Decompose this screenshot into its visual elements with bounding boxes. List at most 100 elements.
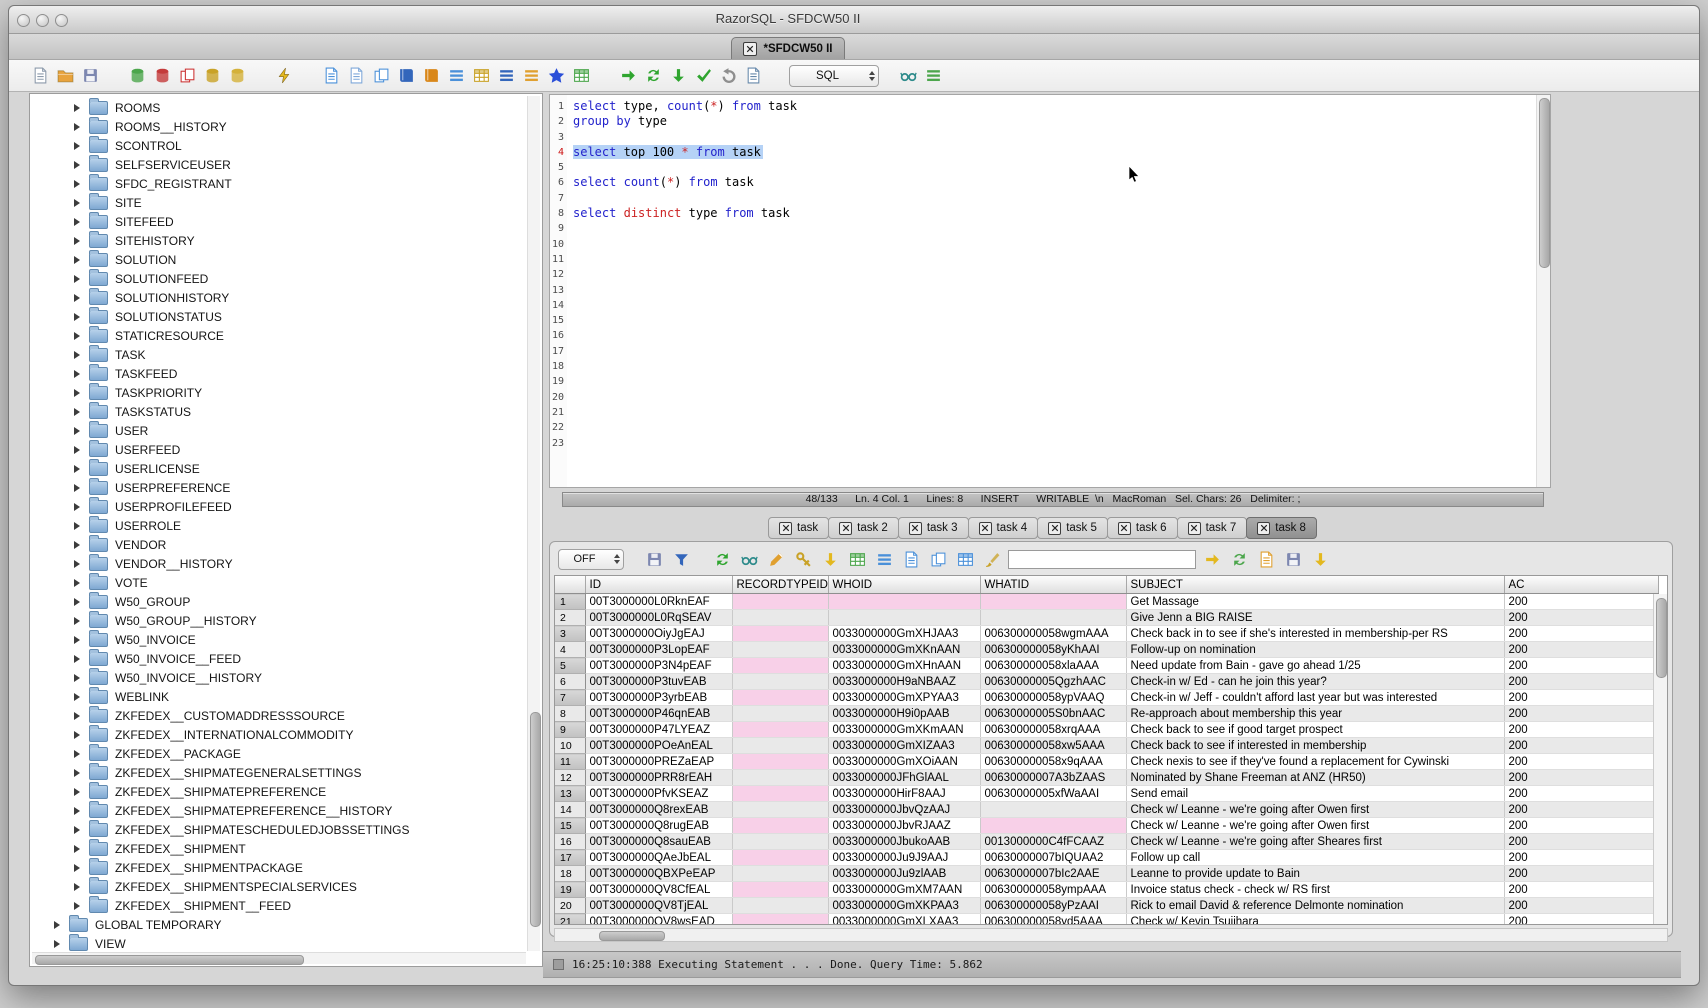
tree-item-taskfeed[interactable]: TASKFEED: [32, 364, 526, 383]
cell-recordtypeid[interactable]: [732, 818, 828, 834]
expand-arrow-icon[interactable]: [74, 845, 80, 853]
tree-item-solutionstatus[interactable]: SOLUTIONSTATUS: [32, 307, 526, 326]
filter-icon[interactable]: [670, 548, 692, 570]
favorites-icon[interactable]: [545, 65, 567, 87]
cell-whatid[interactable]: 00630000005QgzhAAC: [980, 674, 1126, 690]
cell-whatid[interactable]: 006300000058xw5AAA: [980, 738, 1126, 754]
foreign-key-icon[interactable]: [792, 548, 814, 570]
cell-subject[interactable]: Check back in to see if she's interested…: [1126, 626, 1504, 642]
expand-arrow-icon[interactable]: [74, 883, 80, 891]
cell-recordtypeid[interactable]: [732, 642, 828, 658]
cell-id[interactable]: 00T3000000Q8sauEAB: [585, 834, 732, 850]
cell-whoid[interactable]: 0033000000GmXKmAAN: [828, 722, 980, 738]
cell-subject[interactable]: Check w/ Kevin Tsujihara: [1126, 914, 1504, 926]
disconnect-icon[interactable]: [151, 65, 173, 87]
expand-arrow-icon[interactable]: [74, 332, 80, 340]
new-file-icon[interactable]: [29, 65, 51, 87]
cell-ac[interactable]: 200: [1504, 754, 1658, 770]
copy-icon[interactable]: [370, 65, 392, 87]
cell-whoid[interactable]: 0033000000GmXPYAA3: [828, 690, 980, 706]
cell-id[interactable]: 00T3000000P47LYEAZ: [585, 722, 732, 738]
cell-ac[interactable]: 200: [1504, 818, 1658, 834]
expand-arrow-icon[interactable]: [74, 180, 80, 188]
expand-arrow-icon[interactable]: [74, 427, 80, 435]
table-row[interactable]: 1700T3000000QAeJbEAL0033000000Ju9J9AAJ00…: [555, 850, 1658, 866]
cell-whoid[interactable]: 0033000000Ju9J9AAJ: [828, 850, 980, 866]
expand-arrow-icon[interactable]: [74, 826, 80, 834]
autocommit-select[interactable]: OFF: [558, 549, 624, 570]
cell-recordtypeid[interactable]: [732, 658, 828, 674]
tree-item-vote[interactable]: VOTE: [32, 573, 526, 592]
expand-arrow-icon[interactable]: [74, 769, 80, 777]
cell-id[interactable]: 00T3000000POeAnEAL: [585, 738, 732, 754]
cell-whoid[interactable]: 0033000000JFhGlAAL: [828, 770, 980, 786]
tree-item-w50-group[interactable]: W50_GROUP: [32, 592, 526, 611]
cell-id[interactable]: 00T3000000P3yrbEAB: [585, 690, 732, 706]
tree-item-solutionhistory[interactable]: SOLUTIONHISTORY: [32, 288, 526, 307]
cell-whoid[interactable]: 0033000000H9aNBAAZ: [828, 674, 980, 690]
cell-whoid[interactable]: [828, 610, 980, 626]
generate-sql-icon[interactable]: [345, 65, 367, 87]
tree-item-w50-invoice-feed[interactable]: W50_INVOICE__FEED: [32, 649, 526, 668]
cell-subject[interactable]: Check back to see if good target prospec…: [1126, 722, 1504, 738]
expand-arrow-icon[interactable]: [74, 636, 80, 644]
statement-type-select[interactable]: SQL: [789, 65, 879, 87]
expand-arrow-icon[interactable]: [74, 655, 80, 663]
commit-icon[interactable]: [692, 65, 714, 87]
tree-item-sitehistory[interactable]: SITEHISTORY: [32, 231, 526, 250]
query-results-icon[interactable]: [445, 65, 467, 87]
column-header-ac[interactable]: AC: [1504, 576, 1658, 594]
view-log-icon[interactable]: [742, 65, 764, 87]
cell-ac[interactable]: 200: [1504, 834, 1658, 850]
tab-close-icon[interactable]: [1048, 522, 1061, 535]
tree-item-userprofilefeed[interactable]: USERPROFILEFEED: [32, 497, 526, 516]
cell-ac[interactable]: 200: [1504, 914, 1658, 926]
execute-statement-icon[interactable]: [617, 65, 639, 87]
cell-subject[interactable]: Invoice status check - check w/ RS first: [1126, 882, 1504, 898]
cell-whoid[interactable]: 0033000000GmXM7AAN: [828, 882, 980, 898]
expand-arrow-icon[interactable]: [74, 503, 80, 511]
table-row[interactable]: 2100T3000000QV8wsEAD0033000000GmXLXAA300…: [555, 914, 1658, 926]
cell-whatid[interactable]: 006300000058xrqAAA: [980, 722, 1126, 738]
tab-close-icon[interactable]: [1118, 522, 1131, 535]
cell-id[interactable]: 00T3000000PREZaEAP: [585, 754, 732, 770]
expand-arrow-icon[interactable]: [74, 123, 80, 131]
new-connection-icon[interactable]: [201, 65, 223, 87]
cell-whoid[interactable]: 0033000000JbvRJAAZ: [828, 818, 980, 834]
tab-close-icon[interactable]: [1257, 522, 1270, 535]
cell-recordtypeid[interactable]: [732, 722, 828, 738]
cell-whatid[interactable]: [980, 610, 1126, 626]
bookmarks-icon[interactable]: [420, 65, 442, 87]
save-icon[interactable]: [79, 65, 101, 87]
results-tab-task-5[interactable]: task 5: [1037, 517, 1108, 539]
describe-table-icon[interactable]: [320, 65, 342, 87]
cell-whoid[interactable]: 0033000000H9i0pAAB: [828, 706, 980, 722]
execute-all-icon[interactable]: [642, 65, 664, 87]
cell-ac[interactable]: 200: [1504, 722, 1658, 738]
expand-arrow-icon[interactable]: [74, 465, 80, 473]
cell-whatid[interactable]: 006300000058wgmAAA: [980, 626, 1126, 642]
cell-whatid[interactable]: 00630000007bIc2AAE: [980, 866, 1126, 882]
expand-arrow-icon[interactable]: [74, 237, 80, 245]
cell-recordtypeid[interactable]: [732, 882, 828, 898]
cell-recordtypeid[interactable]: [732, 898, 828, 914]
form-view-icon[interactable]: [873, 548, 895, 570]
expand-arrow-icon[interactable]: [74, 294, 80, 302]
tree-item-taskpriority[interactable]: TASKPRIORITY: [32, 383, 526, 402]
tree-item-solution[interactable]: SOLUTION: [32, 250, 526, 269]
cell-id[interactable]: 00T3000000Q8rugEAB: [585, 818, 732, 834]
cell-id[interactable]: 00T3000000Q8rexEAB: [585, 802, 732, 818]
results-tab-task[interactable]: task: [768, 517, 829, 539]
cell-subject[interactable]: Follow up call: [1126, 850, 1504, 866]
tree-item-global-temporary[interactable]: GLOBAL TEMPORARY: [32, 915, 526, 934]
sql-code-area[interactable]: select type, count(*) from taskgroup by …: [567, 95, 1536, 487]
tab-close-icon[interactable]: [779, 522, 792, 535]
expand-arrow-icon[interactable]: [74, 674, 80, 682]
cell-subject[interactable]: Send email: [1126, 786, 1504, 802]
expand-arrow-icon[interactable]: [74, 731, 80, 739]
sort-icon[interactable]: [495, 65, 517, 87]
tree-item-weblink[interactable]: WEBLINK: [32, 687, 526, 706]
connect-icon[interactable]: [126, 65, 148, 87]
expand-arrow-icon[interactable]: [54, 940, 60, 948]
table-row[interactable]: 1400T3000000Q8rexEAB0033000000JbvQzAAJCh…: [555, 802, 1658, 818]
